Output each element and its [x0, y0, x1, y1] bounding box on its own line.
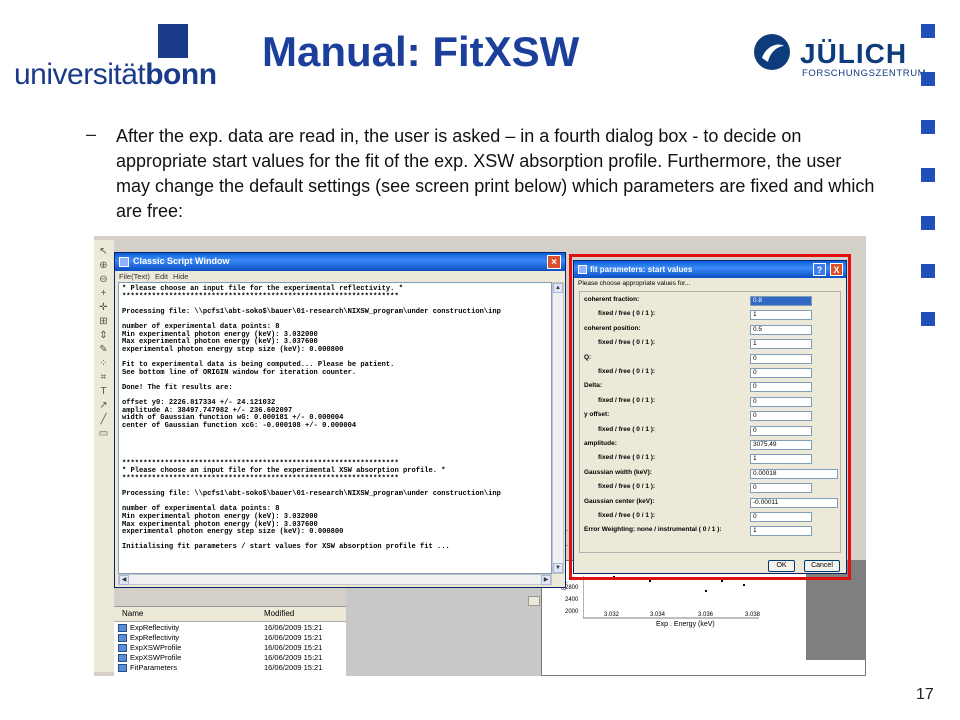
decor-square	[921, 72, 935, 86]
mask-tool-icon[interactable]: ⌗	[97, 372, 110, 383]
restore-window-button[interactable]	[528, 596, 540, 606]
script-window-title: Classic Script Window	[133, 256, 230, 266]
script-output-line: Initialising fit parameters / start valu…	[122, 543, 450, 552]
script-output-line: center of Gaussian function xcG: -0.0001…	[122, 421, 357, 430]
graph-icon	[118, 654, 127, 662]
script-output-textarea[interactable]: * Please choose an input file for the ex…	[118, 282, 552, 574]
slide-title: Manual: FitXSW	[262, 28, 580, 75]
workspace-background	[346, 576, 542, 676]
scroll-up-icon[interactable]: ▲	[553, 283, 563, 293]
project-item[interactable]: ExpReflectivity 16/06/2009 15:21	[114, 623, 346, 633]
project-item[interactable]: ExpXSWProfile 16/06/2009 15:21	[114, 653, 346, 663]
decor-square	[921, 24, 935, 38]
zoom-out-tool-icon[interactable]: ⊖	[97, 274, 110, 285]
script-output-line: experimental photon energy step size (ke…	[122, 345, 344, 354]
data-reader-tool-icon[interactable]: ⊞	[97, 316, 110, 327]
script-output-line: ****************************************…	[122, 475, 399, 483]
arrow-tool-icon[interactable]: ↗	[97, 400, 110, 411]
rectangle-tool-icon[interactable]: ▭	[97, 428, 110, 439]
data-point	[649, 580, 651, 582]
script-output-line: See bottom line of ORIGIN window for ite…	[122, 368, 357, 377]
worksheet-icon	[118, 664, 127, 672]
project-item[interactable]: ExpXSWProfile 16/06/2009 15:21	[114, 643, 346, 653]
close-script-window-button[interactable]: ×	[547, 255, 561, 269]
origin-toolbar: ↖ ⊕ ⊖ + ✛ ⊞ ⇕ ✎ ⁘ ⌗ T ↗ ╱ ▭	[94, 240, 114, 672]
script-horizontal-scrollbar[interactable]: ◀ ▶	[118, 574, 552, 585]
logo-text-bold: bonn	[145, 58, 217, 91]
y-tick-label: 2000	[565, 609, 579, 615]
script-window-titlebar[interactable]: Classic Script Window ×	[115, 253, 565, 271]
university-bonn-logo: universitätbonn	[14, 58, 217, 92]
script-output-line: Processing file: \\pcfs1\abt-soko$\bauer…	[122, 307, 501, 316]
scroll-right-icon[interactable]: ▶	[541, 575, 551, 585]
bonn-seal-icon	[158, 24, 188, 58]
line-tool-icon[interactable]: ╱	[97, 414, 110, 425]
juelich-logo-subtitle: FORSCHUNGSZENTRUM	[802, 68, 927, 79]
x-tick-label: 3.032	[604, 612, 620, 618]
text-tool-icon[interactable]: T	[97, 386, 110, 397]
worksheet-icon	[118, 644, 127, 652]
juelich-logo-icon	[754, 34, 790, 70]
project-explorer-header: Name Modified	[114, 607, 346, 622]
classic-script-window[interactable]: Classic Script Window × File(Text) Edit …	[114, 252, 566, 588]
project-explorer: Name Modified ExpReflectivity 16/06/2009 …	[114, 606, 346, 677]
pointer-tool-icon[interactable]: ↖	[97, 246, 110, 257]
x-tick-label: 3.034	[650, 612, 666, 618]
data-point	[705, 590, 707, 592]
scroll-left-icon[interactable]: ◀	[119, 575, 129, 585]
column-header-name[interactable]: Name	[122, 609, 143, 618]
crosshair-tool-icon[interactable]: +	[97, 288, 110, 299]
script-window-icon	[119, 257, 129, 267]
column-header-modified[interactable]: Modified	[264, 609, 294, 618]
worksheet-icon	[118, 624, 127, 632]
graph-x-axis-label: Exp . Energy (keV)	[656, 621, 715, 628]
highlight-frame	[569, 254, 851, 580]
juelich-logo-name: JÜLICH	[800, 38, 908, 69]
menu-hide[interactable]: Hide	[173, 272, 188, 281]
decor-square	[921, 120, 935, 134]
script-vertical-scrollbar[interactable]: ▲ ▼	[552, 282, 564, 574]
scroll-down-icon[interactable]: ▼	[553, 563, 563, 573]
zoom-in-tool-icon[interactable]: ⊕	[97, 260, 110, 271]
x-tick-label: 3.038	[745, 612, 761, 618]
draw-data-tool-icon[interactable]: ⁘	[97, 358, 110, 369]
decor-square	[921, 264, 935, 278]
script-window-menubar: File(Text) Edit Hide	[115, 271, 565, 282]
data-point	[721, 580, 723, 582]
selector-tool-icon[interactable]: ⇕	[97, 330, 110, 341]
menu-file-text[interactable]: File(Text)	[119, 272, 150, 281]
y-tick-label: 2400	[565, 597, 579, 603]
brush-tool-icon[interactable]: ✎	[97, 344, 110, 355]
menu-edit[interactable]: Edit	[155, 272, 168, 281]
script-output-line: Processing file: \\pcfs1\abt-soko$\bauer…	[122, 490, 501, 499]
script-output-line: ****************************************…	[122, 292, 399, 301]
screen-reader-tool-icon[interactable]: ✛	[97, 302, 110, 313]
x-tick-label: 3.036	[698, 612, 714, 618]
data-point	[743, 584, 745, 586]
body-paragraph: After the exp. data are read in, the use…	[116, 126, 875, 221]
script-output-line: experimental photon energy step size (ke…	[122, 528, 344, 537]
graph-icon	[118, 634, 127, 642]
script-output-line: Done! The fit results are:	[122, 383, 233, 392]
project-item[interactable]: FitParameters 16/06/2009 15:21	[114, 663, 346, 673]
bullet-dash: –	[86, 124, 97, 144]
decor-square	[921, 168, 935, 182]
decor-square	[921, 312, 935, 326]
page-number: 17	[916, 686, 934, 703]
decor-square	[921, 216, 935, 230]
logo-text-regular: universität	[14, 58, 146, 91]
project-item[interactable]: ExpReflectivity 16/06/2009 15:21	[114, 633, 346, 643]
